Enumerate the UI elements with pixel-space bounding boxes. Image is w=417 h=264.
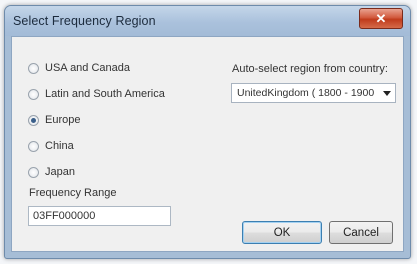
title-bar[interactable]: Select Frequency Region ✕: [5, 6, 410, 36]
radio-label: China: [45, 140, 74, 152]
radio-label: USA and Canada: [45, 62, 131, 74]
close-button[interactable]: ✕: [359, 8, 403, 29]
radio-china[interactable]: China: [28, 140, 74, 152]
ok-button[interactable]: OK: [242, 221, 322, 244]
dialog-body: USA and Canada Latin and South America E…: [11, 36, 404, 252]
dialog-window: Select Frequency Region ✕ USA and Canada…: [4, 5, 411, 259]
radio-icon[interactable]: [28, 88, 39, 100]
radio-label: Japan: [45, 166, 75, 178]
radio-label: Latin and South America: [45, 88, 165, 100]
frequency-range-label: Frequency Range: [29, 187, 117, 199]
chevron-down-icon[interactable]: [383, 91, 391, 96]
radio-label: Europe: [45, 114, 81, 126]
radio-icon[interactable]: [28, 140, 39, 152]
radio-japan[interactable]: Japan: [28, 166, 75, 178]
country-select[interactable]: UnitedKingdom ( 1800 - 1900: [231, 83, 396, 103]
frequency-range-input[interactable]: [28, 206, 171, 226]
window-title: Select Frequency Region: [13, 14, 156, 28]
radio-icon[interactable]: [28, 62, 39, 74]
radio-icon[interactable]: [28, 114, 39, 126]
radio-europe[interactable]: Europe: [28, 114, 80, 126]
country-select-value: UnitedKingdom ( 1800 - 1900: [237, 87, 375, 99]
radio-latin-south-america[interactable]: Latin and South America: [28, 88, 165, 100]
radio-icon[interactable]: [28, 166, 39, 178]
close-icon: ✕: [375, 10, 387, 26]
cancel-button[interactable]: Cancel: [329, 221, 393, 244]
radio-usa-canada[interactable]: USA and Canada: [28, 62, 130, 74]
auto-select-label: Auto-select region from country:: [232, 63, 388, 75]
